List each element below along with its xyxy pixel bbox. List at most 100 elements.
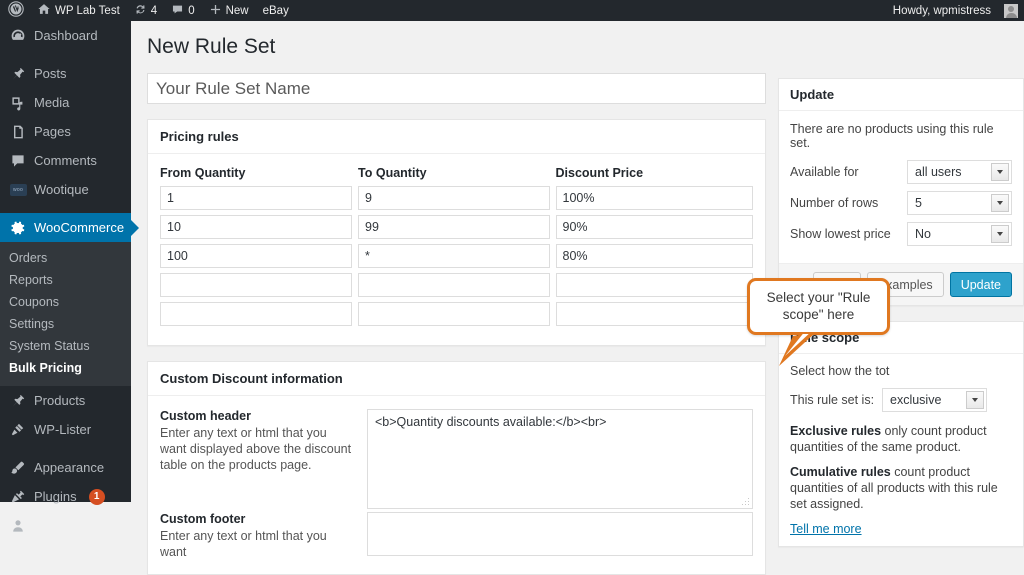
updates-count: 4 [150, 4, 158, 17]
cell-to [358, 302, 555, 331]
sidebar-subitem-orders[interactable]: Orders [0, 247, 131, 269]
plugins-update-badge: 1 [88, 488, 105, 505]
chevron-down-icon [966, 391, 984, 409]
update-box-note: There are no products using this rule se… [790, 122, 994, 150]
custom-header-description: Enter any text or html that you want dis… [160, 426, 352, 472]
discount-price-input[interactable] [555, 186, 753, 210]
from-quantity-input[interactable] [160, 215, 353, 239]
menu-separator [0, 444, 131, 453]
cell-price [555, 244, 753, 273]
sidebar-item-woocommerce[interactable]: WooCommerce [0, 213, 139, 242]
custom-discount-box: Custom Discount information Custom heade… [147, 361, 766, 575]
sidebar-item-dashboard[interactable]: Dashboard [0, 21, 131, 50]
sidebar-item-plugins[interactable]: Plugins 1 [0, 482, 131, 511]
discount-price-input[interactable] [555, 302, 753, 326]
sidebar-item-pages[interactable]: Pages [0, 117, 131, 146]
howdy-label: Howdy, wpmistress [892, 4, 991, 17]
exclusive-rules-paragraph: Exclusive rules only count product quant… [790, 423, 1012, 455]
from-quantity-input[interactable] [160, 302, 353, 326]
number-of-rows-row: Number of rows 5 [790, 191, 1012, 215]
content-area: New Rule Set Pricing rules From Quantity… [131, 21, 1024, 575]
sidebar-item-wootique[interactable]: woo Wootique [0, 175, 131, 204]
comments-count: 0 [188, 4, 195, 17]
callout-text: Select your "Rule scope" here [747, 278, 890, 335]
rule-set-name-input[interactable] [147, 73, 766, 104]
cumulative-rules-term: Cumulative rules [790, 465, 891, 479]
sidebar-item-posts[interactable]: Posts [0, 59, 131, 88]
available-for-row: Available for all users [790, 160, 1012, 184]
sidebar-item-partial[interactable] [0, 511, 131, 540]
comment-bubble-icon [9, 152, 27, 170]
pricing-rules-title: Pricing rules [148, 120, 765, 154]
sidebar-item-label: Posts [34, 66, 67, 81]
pricing-rules-tbody [160, 186, 753, 331]
sidebar-subitem-system-status[interactable]: System Status [0, 335, 131, 357]
comments-menu[interactable]: 0 [164, 0, 201, 21]
cell-price [555, 215, 753, 244]
to-quantity-input[interactable] [358, 302, 550, 326]
rule-scope-select[interactable]: exclusive [882, 388, 987, 412]
sidebar-item-label: Products [34, 393, 86, 408]
custom-footer-description: Enter any text or html that you want [160, 529, 327, 559]
from-quantity-input[interactable] [160, 273, 353, 297]
update-button[interactable]: Update [949, 272, 1012, 297]
custom-header-textarea[interactable]: <b>Quantity discounts available:</b><br> [367, 409, 753, 509]
table-row [160, 186, 753, 215]
sidebar-item-media[interactable]: Media [0, 88, 131, 117]
sidebar-item-appearance[interactable]: Appearance [0, 453, 131, 482]
update-box: Update There are no products using this … [778, 78, 1024, 306]
from-quantity-input[interactable] [160, 186, 353, 210]
sidebar-subitem-label: System Status [9, 339, 90, 353]
updates-menu[interactable]: 4 [127, 0, 164, 21]
from-quantity-input[interactable] [160, 244, 353, 268]
show-lowest-price-value: No [915, 227, 931, 241]
number-of-rows-select[interactable]: 5 [907, 191, 1012, 215]
plus-icon [209, 3, 222, 19]
sidebar-item-wp-lister[interactable]: WP-Lister [0, 415, 131, 444]
sidebar-subitem-coupons[interactable]: Coupons [0, 291, 131, 313]
pin-icon [9, 392, 27, 410]
cell-from [160, 244, 358, 273]
admin-bar: WP Lab Test 4 0 New eBay Howdy, wpmistre… [0, 0, 1024, 21]
pin-icon [9, 65, 27, 83]
to-quantity-input[interactable] [358, 186, 550, 210]
sidebar-subitem-reports[interactable]: Reports [0, 269, 131, 291]
cell-price [555, 302, 753, 331]
available-for-select[interactable]: all users [907, 160, 1012, 184]
number-of-rows-label: Number of rows [790, 196, 879, 210]
available-for-value: all users [915, 165, 962, 179]
new-content-menu[interactable]: New [202, 0, 256, 21]
rule-scope-select-row: This rule set is: exclusive [790, 388, 1012, 412]
ebay-menu[interactable]: eBay [256, 0, 296, 21]
sidebar-item-label: Comments [34, 153, 97, 168]
dashboard-icon [9, 27, 27, 45]
admin-sidebar-menu: Dashboard Posts Media Pages Comments woo… [0, 21, 139, 532]
sidebar-item-comments[interactable]: Comments [0, 146, 131, 175]
tell-me-more-link[interactable]: Tell me more [790, 522, 862, 536]
custom-header-label-group: Custom header Enter any text or html tha… [160, 409, 367, 509]
show-lowest-price-select[interactable]: No [907, 222, 1012, 246]
to-quantity-input[interactable] [358, 215, 550, 239]
cell-from [160, 273, 358, 302]
sidebar-subitem-bulk-pricing[interactable]: Bulk Pricing [0, 357, 131, 379]
cumulative-rules-paragraph: Cumulative rules count product quantitie… [790, 464, 1012, 512]
sidebar-item-label: Appearance [34, 460, 105, 475]
new-content-label: New [225, 4, 249, 17]
table-header-row: From Quantity To Quantity Discount Price [160, 164, 753, 186]
main-column: Pricing rules From Quantity To Quantity … [147, 73, 766, 575]
discount-price-input[interactable] [555, 273, 753, 297]
wordpress-logo-icon [8, 1, 24, 20]
to-quantity-input[interactable] [358, 244, 550, 268]
sidebar-subitem-settings[interactable]: Settings [0, 313, 131, 335]
discount-price-input[interactable] [555, 215, 753, 239]
sidebar-item-products[interactable]: Products [0, 386, 131, 415]
pricing-rules-table: From Quantity To Quantity Discount Price [160, 164, 753, 331]
site-name-menu[interactable]: WP Lab Test [30, 0, 127, 21]
custom-footer-textarea[interactable] [367, 512, 753, 556]
to-quantity-input[interactable] [358, 273, 550, 297]
custom-footer-label-group: Custom footer Enter any text or html tha… [160, 512, 367, 560]
discount-price-input[interactable] [555, 244, 753, 268]
cell-price [555, 186, 753, 215]
wordpress-logo-menu[interactable] [0, 0, 30, 21]
my-account-menu[interactable]: Howdy, wpmistress [886, 0, 1024, 21]
